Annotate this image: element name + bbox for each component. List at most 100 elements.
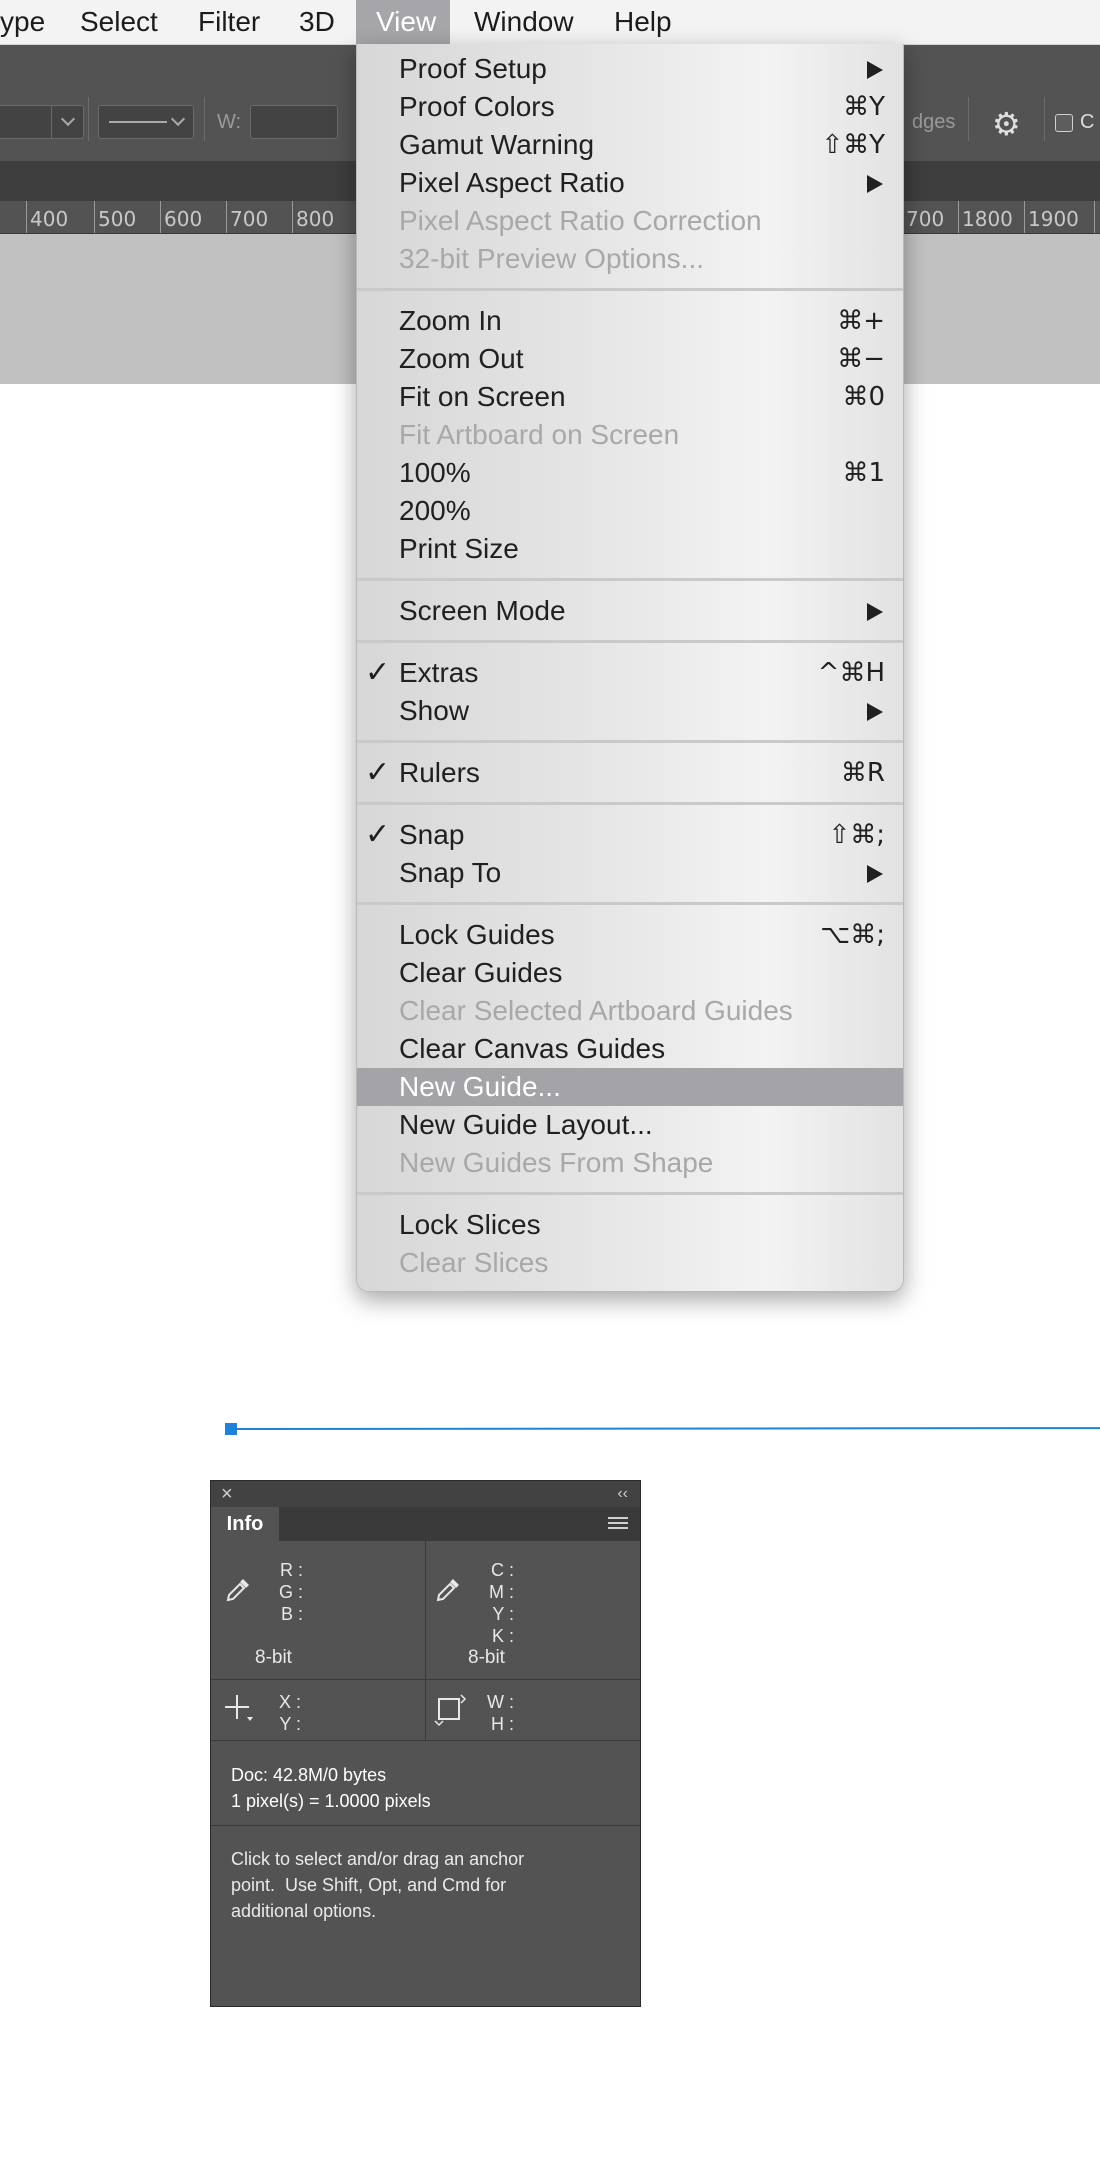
fill-dropdown[interactable] bbox=[0, 105, 84, 139]
view-menu-dropdown: Proof Setup Proof Colors ⌘Y Gamut Warning ⇧⌘… bbox=[356, 44, 904, 1292]
menu-item-new-guide[interactable]: New Guide... bbox=[357, 1068, 903, 1106]
menu-item-print-size[interactable]: Print Size bbox=[357, 530, 903, 568]
constrain-checkbox[interactable] bbox=[1055, 114, 1073, 132]
menu-item-label: 32-bit Preview Options... bbox=[399, 243, 705, 274]
menu-view[interactable]: View bbox=[356, 0, 450, 44]
submenu-arrow-icon bbox=[867, 703, 883, 721]
menu-item-zoom-in[interactable]: Zoom In ⌘+ bbox=[357, 302, 903, 340]
menu-item-label: Rulers bbox=[399, 757, 480, 788]
ruler-label: 400 bbox=[30, 207, 69, 231]
eyedropper-icon bbox=[436, 1579, 459, 1602]
menu-item-label: 200% bbox=[399, 495, 471, 526]
menu-3d[interactable]: 3D bbox=[283, 0, 351, 44]
menu-item-proof-setup[interactable]: Proof Setup bbox=[357, 50, 903, 88]
menu-item-label: Clear Guides bbox=[399, 957, 563, 988]
align-edges-label: dges bbox=[912, 111, 956, 133]
xy-labels: X : Y : bbox=[279, 1692, 302, 1734]
menu-item-label: Clear Selected Artboard Guides bbox=[399, 995, 793, 1026]
menu-select[interactable]: Select bbox=[64, 0, 174, 44]
tool-hint-line: Click to select and/or drag an anchor bbox=[231, 1849, 525, 1869]
checkmark-icon: ✓ bbox=[365, 755, 391, 790]
panel-tab-row: Info bbox=[211, 1507, 640, 1541]
menu-item-pixel-aspect-ratio[interactable]: Pixel Aspect Ratio bbox=[357, 164, 903, 202]
width-field[interactable] bbox=[250, 105, 338, 139]
constrain-label: C bbox=[1080, 111, 1095, 133]
menu-item-rulers[interactable]: ✓ Rulers ⌘R bbox=[357, 754, 903, 792]
chevron-down-icon bbox=[60, 111, 76, 127]
menu-bar: ype Select Filter 3D View Window Help bbox=[0, 0, 1100, 45]
menu-item-shortcut: ⌘0 bbox=[842, 382, 885, 412]
panel-menu-icon[interactable] bbox=[608, 1517, 628, 1531]
menu-item-shortcut: ⌘1 bbox=[842, 458, 885, 488]
menu-item-label: Screen Mode bbox=[399, 595, 566, 626]
ruler-label: 500 bbox=[98, 207, 137, 231]
wh-labels: W : H : bbox=[487, 1692, 514, 1734]
menu-help[interactable]: Help bbox=[598, 0, 688, 44]
menu-item-clear-selected-artboard-guides: Clear Selected Artboard Guides bbox=[357, 992, 903, 1030]
menu-separator bbox=[357, 1192, 903, 1195]
menu-item-label: Clear Canvas Guides bbox=[399, 1033, 666, 1064]
menu-item-clear-canvas-guides[interactable]: Clear Canvas Guides bbox=[357, 1030, 903, 1068]
ruler-label: 600 bbox=[164, 207, 203, 231]
submenu-arrow-icon bbox=[867, 61, 883, 79]
menu-separator bbox=[357, 802, 903, 805]
menu-item-fit-on-screen[interactable]: Fit on Screen ⌘0 bbox=[357, 378, 903, 416]
menu-filter[interactable]: Filter bbox=[182, 0, 276, 44]
collapse-icon[interactable]: ‹‹ bbox=[617, 1481, 628, 1507]
menu-item-snap[interactable]: ✓ Snap ⇧⌘; bbox=[357, 816, 903, 854]
menu-item-new-guide-layout[interactable]: New Guide Layout... bbox=[357, 1106, 903, 1144]
pixel-ratio-text: 1 pixel(s) = 1.0000 pixels bbox=[231, 1791, 431, 1811]
menu-item-label: Proof Setup bbox=[399, 53, 547, 84]
menu-window[interactable]: Window bbox=[458, 0, 590, 44]
right-bit-depth: 8-bit bbox=[468, 1647, 505, 1668]
anchor-point[interactable] bbox=[225, 1423, 237, 1435]
submenu-arrow-icon bbox=[867, 865, 883, 883]
menu-item-label: Lock Slices bbox=[399, 1209, 541, 1240]
menu-item-fit-artboard-on-screen: Fit Artboard on Screen bbox=[357, 416, 903, 454]
menu-item-gamut-warning[interactable]: Gamut Warning ⇧⌘Y bbox=[357, 126, 903, 164]
eyedropper-icon bbox=[226, 1579, 249, 1602]
rgb-labels: R : G : B : bbox=[279, 1560, 304, 1624]
ruler-label: 800 bbox=[296, 207, 335, 231]
menu-item-clear-guides[interactable]: Clear Guides bbox=[357, 954, 903, 992]
menu-item-new-guides-from-shape: New Guides From Shape bbox=[357, 1144, 903, 1182]
menu-item-200[interactable]: 200% bbox=[357, 492, 903, 530]
checkmark-icon: ✓ bbox=[365, 655, 391, 690]
menu-item-lock-guides[interactable]: Lock Guides ⌥⌘; bbox=[357, 916, 903, 954]
menu-item-zoom-out[interactable]: Zoom Out ⌘− bbox=[357, 340, 903, 378]
menu-item-label: Show bbox=[399, 695, 470, 726]
submenu-arrow-icon bbox=[867, 175, 883, 193]
menu-item-screen-mode[interactable]: Screen Mode bbox=[357, 592, 903, 630]
menu-item-lock-slices[interactable]: Lock Slices bbox=[357, 1206, 903, 1244]
menu-item-label: Fit on Screen bbox=[399, 381, 566, 412]
stroke-style-dropdown[interactable] bbox=[98, 105, 194, 139]
close-icon[interactable]: × bbox=[221, 1481, 233, 1507]
menu-item-label: Print Size bbox=[399, 533, 519, 564]
menu-item-shortcut: ⌥⌘; bbox=[820, 920, 885, 950]
menu-item-100[interactable]: 100% ⌘1 bbox=[357, 454, 903, 492]
menu-item-label: Zoom In bbox=[399, 305, 502, 336]
menu-item-shortcut: ⌘+ bbox=[837, 306, 885, 336]
gear-icon[interactable]: ⚙ bbox=[992, 105, 1021, 143]
left-bit-depth: 8-bit bbox=[255, 1647, 292, 1668]
menu-separator bbox=[357, 288, 903, 291]
panel-title-bar[interactable]: × ‹‹ bbox=[211, 1481, 640, 1507]
menu-item-label: Pixel Aspect Ratio bbox=[399, 167, 625, 198]
checkmark-icon: ✓ bbox=[365, 817, 391, 852]
menu-item-shortcut: ⇧⌘Y bbox=[821, 130, 885, 160]
menu-item-shortcut: ^⌘H bbox=[817, 658, 885, 688]
menu-item-extras[interactable]: ✓ Extras ^⌘H bbox=[357, 654, 903, 692]
menu-item-show[interactable]: Show bbox=[357, 692, 903, 730]
menu-type[interactable]: ype bbox=[0, 0, 61, 44]
menu-separator bbox=[357, 902, 903, 905]
menu-item-proof-colors[interactable]: Proof Colors ⌘Y bbox=[357, 88, 903, 126]
menu-separator bbox=[357, 740, 903, 743]
menu-item-pixel-aspect-ratio-correction: Pixel Aspect Ratio Correction bbox=[357, 202, 903, 240]
menu-item-label: Snap To bbox=[399, 857, 502, 888]
tab-info[interactable]: Info bbox=[211, 1507, 279, 1541]
menu-item-label: Extras bbox=[399, 657, 479, 688]
menu-item-snap-to[interactable]: Snap To bbox=[357, 854, 903, 892]
ruler-label: 700 bbox=[906, 207, 945, 231]
menu-item-label: New Guide Layout... bbox=[399, 1109, 653, 1140]
menu-item-label: Fit Artboard on Screen bbox=[399, 419, 680, 450]
